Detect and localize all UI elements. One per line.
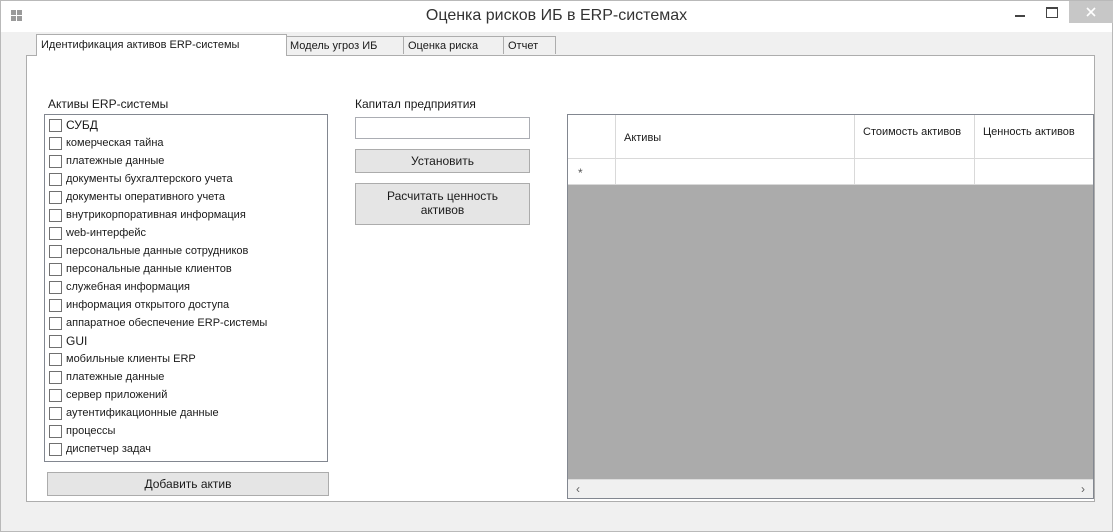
- calculate-asset-value-button[interactable]: Расчитать ценность активов: [355, 183, 530, 225]
- checkbox[interactable]: [49, 425, 62, 438]
- cell-asset-cost[interactable]: [855, 159, 975, 185]
- close-button[interactable]: [1069, 1, 1113, 23]
- asset-item[interactable]: мобильные клиенты ERP: [49, 352, 196, 369]
- asset-item[interactable]: аппаратное обеспечение ERP-системы: [49, 316, 267, 333]
- asset-item-label: СУБД: [66, 118, 98, 132]
- title-bar: Оценка рисков ИБ в ERP-системах: [1, 1, 1113, 32]
- scroll-left-icon[interactable]: ‹: [570, 481, 586, 497]
- window-title: Оценка рисков ИБ в ERP-системах: [425, 7, 688, 24]
- new-row[interactable]: *: [568, 159, 1093, 185]
- asset-item[interactable]: платежные данные: [49, 154, 164, 171]
- add-asset-button[interactable]: Добавить актив: [47, 472, 329, 496]
- asset-item[interactable]: сервер приложений: [49, 388, 167, 405]
- asset-item-label: процессы: [66, 425, 116, 437]
- tab-risk-assessment[interactable]: Оценка риска: [403, 36, 504, 54]
- asset-item-label: информация открытого доступа: [66, 299, 230, 311]
- asset-item[interactable]: комерческая тайна: [49, 136, 164, 153]
- asset-item-label: аутентификационные данные: [66, 407, 219, 419]
- set-button[interactable]: Установить: [355, 149, 530, 173]
- checkbox[interactable]: [49, 299, 62, 312]
- checkbox[interactable]: [49, 209, 62, 222]
- asset-item-label: персональные данные клиентов: [66, 263, 232, 275]
- asset-item-label: аппаратное обеспечение ERP-системы: [66, 317, 268, 329]
- minimize-button[interactable]: [1004, 1, 1036, 23]
- checkbox[interactable]: [49, 281, 62, 294]
- checkbox[interactable]: [49, 263, 62, 276]
- scroll-right-icon[interactable]: ›: [1075, 481, 1091, 497]
- calculate-button-line2: активов: [420, 203, 465, 217]
- cell-asset-value[interactable]: [975, 159, 1093, 185]
- tab-threat-model[interactable]: Модель угроз ИБ: [285, 36, 404, 54]
- asset-item-label: сервер приложений: [66, 389, 168, 401]
- checkbox[interactable]: [49, 173, 62, 186]
- asset-item-label: внутрикорпоративная информация: [66, 209, 246, 221]
- asset-item[interactable]: web-интерфейс: [49, 226, 146, 243]
- tab-report[interactable]: Отчет: [503, 36, 556, 54]
- new-row-marker: *: [568, 159, 616, 185]
- grid-header: Активы Стоимость активов Ценность активо…: [568, 115, 1093, 159]
- asset-item[interactable]: процессы: [49, 424, 115, 441]
- checkbox[interactable]: [49, 119, 62, 132]
- asset-item[interactable]: платежные данные: [49, 370, 164, 387]
- checkbox[interactable]: [49, 227, 62, 240]
- asset-item-label: диспетчер задач: [66, 443, 152, 455]
- horizontal-scrollbar[interactable]: ‹ ›: [568, 479, 1093, 498]
- maximize-button[interactable]: [1036, 1, 1068, 23]
- asset-item-label: мобильные клиенты ERP: [66, 353, 196, 365]
- asset-item[interactable]: персональные данные сотрудников: [49, 244, 248, 261]
- checkbox[interactable]: [49, 353, 62, 366]
- calculate-button-line1: Расчитать ценность: [386, 189, 499, 203]
- asset-item[interactable]: СУБД: [49, 118, 98, 135]
- asset-item-label: персональные данные сотрудников: [66, 245, 249, 257]
- cell-asset[interactable]: [616, 159, 855, 185]
- asset-item[interactable]: GUI: [49, 334, 87, 351]
- asset-item-label: документы бухгалтерского учета: [66, 173, 233, 185]
- asset-item[interactable]: диспетчер задач: [49, 442, 151, 459]
- asset-item-label: web-интерфейс: [66, 227, 147, 239]
- assets-checklist[interactable]: СУБД комерческая тайна платежные данные …: [44, 114, 328, 462]
- asset-item-label: комерческая тайна: [66, 137, 164, 149]
- asset-item[interactable]: аутентификационные данные: [49, 406, 219, 423]
- checkbox[interactable]: [49, 389, 62, 402]
- capital-label: Капитал предприятия: [355, 97, 476, 111]
- asset-item[interactable]: документы бухгалтерского учета: [49, 172, 233, 189]
- assets-label: Активы ERP-системы: [48, 97, 169, 111]
- asset-item-label: документы оперативного учета: [66, 191, 225, 203]
- column-header-asset-cost[interactable]: Стоимость активов: [855, 115, 975, 159]
- capital-input[interactable]: [355, 117, 530, 139]
- asset-item-label: платежные данные: [66, 155, 165, 167]
- checkbox[interactable]: [49, 245, 62, 258]
- checkbox[interactable]: [49, 443, 62, 456]
- checkbox[interactable]: [49, 191, 62, 204]
- checkbox[interactable]: [49, 335, 62, 348]
- asset-item[interactable]: информация открытого доступа: [49, 298, 229, 315]
- assets-grid[interactable]: Активы Стоимость активов Ценность активо…: [567, 114, 1094, 499]
- asset-item[interactable]: документы оперативного учета: [49, 190, 225, 207]
- asset-item[interactable]: служебная информация: [49, 280, 190, 297]
- checkbox[interactable]: [49, 317, 62, 330]
- close-icon: [1086, 7, 1096, 17]
- checkbox[interactable]: [49, 137, 62, 150]
- checkbox[interactable]: [49, 407, 62, 420]
- checkbox[interactable]: [49, 155, 62, 168]
- minimize-icon: [1015, 15, 1025, 17]
- maximize-icon: [1046, 7, 1058, 18]
- asset-item-label: GUI: [66, 334, 88, 348]
- asset-item-label: служебная информация: [66, 281, 190, 293]
- column-header-asset-value[interactable]: Ценность активов: [975, 115, 1093, 159]
- asset-item[interactable]: внутрикорпоративная информация: [49, 208, 246, 225]
- asset-item-label: платежные данные: [66, 371, 165, 383]
- row-header-corner: [568, 115, 616, 159]
- tab-asset-identification[interactable]: Идентификация активов ERP-системы: [36, 34, 287, 56]
- column-header-assets[interactable]: Активы: [616, 115, 855, 159]
- asset-item[interactable]: персональные данные клиентов: [49, 262, 232, 279]
- checkbox[interactable]: [49, 371, 62, 384]
